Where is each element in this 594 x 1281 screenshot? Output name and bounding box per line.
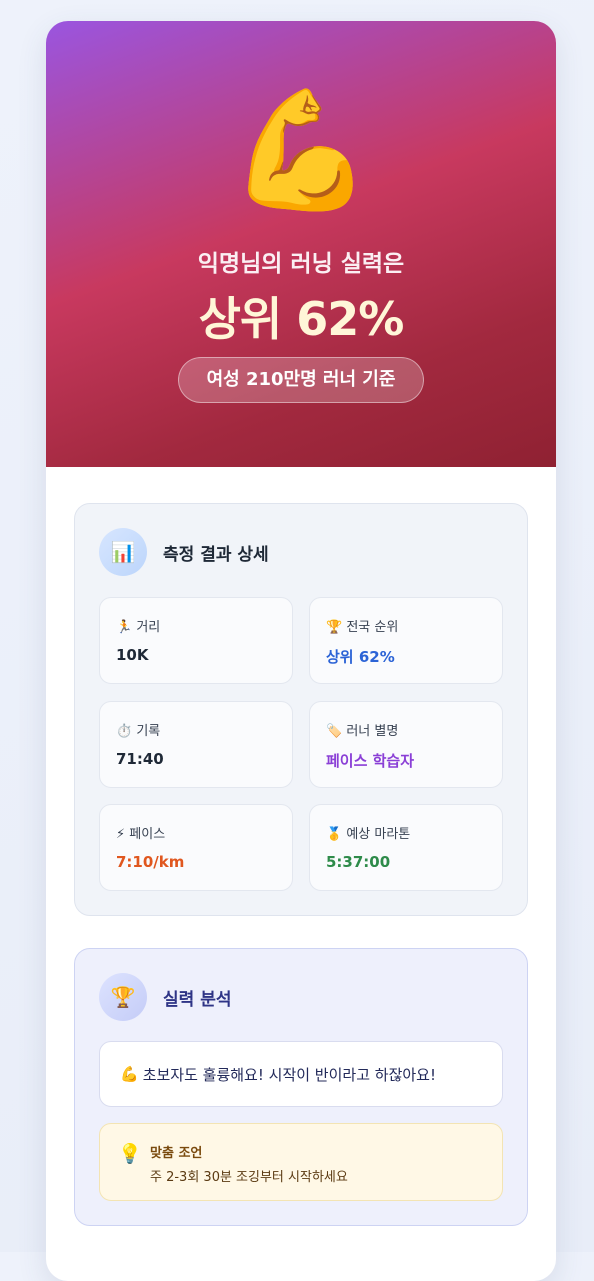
stat-label: ⏱️ 기록: [116, 724, 161, 739]
bar-chart-icon: 📊: [99, 528, 147, 576]
stat-predicted-marathon: 🥇 예상 마라톤 5:37:00: [309, 804, 503, 891]
custom-advice-box: 💡 맞춤 조언 주 2-3회 30분 조깅부터 시작하세요: [99, 1123, 503, 1201]
stat-value: 10K: [116, 646, 149, 664]
stat-record: ⏱️ 기록 71:40: [99, 701, 293, 788]
stat-value: 상위 62%: [326, 648, 395, 666]
analysis-message: 💪 초보자도 훌륭해요! 시작이 반이라고 하잖아요!: [99, 1041, 503, 1107]
hero-subtitle: 익명님의 러닝 실력은: [197, 251, 405, 277]
trophy-icon: 🏆: [99, 973, 147, 1021]
stopwatch-icon: ⏱️: [116, 724, 133, 739]
flexed-biceps-icon: 💪: [228, 83, 374, 218]
stat-value: 5:37:00: [326, 853, 391, 871]
stat-label: 🏷️ 러너 별명: [326, 724, 399, 739]
stat-label: 🏃 거리: [116, 620, 161, 635]
analysis-message-text: 초보자도 훌륭해요! 시작이 반이라고 하잖아요!: [142, 1065, 436, 1084]
measurement-details-section: 📊 측정 결과 상세 🏃 거리 10K 🏆 전국 순위 상위 62% ⏱️ 기록…: [74, 503, 528, 916]
section-header: 📊 측정 결과 상세: [99, 528, 269, 576]
rank-percentile: 상위 62%: [198, 292, 405, 346]
stat-label: ⚡ 페이스: [116, 827, 166, 842]
basis-badge: 여성 210만명 러너 기준: [178, 357, 424, 403]
medal-icon: 🥇: [326, 827, 343, 842]
label-tag-icon: 🏷️: [326, 724, 343, 739]
section-header: 🏆 실력 분석: [99, 973, 231, 1021]
advice-title: 맞춤 조언: [150, 1146, 203, 1161]
runner-icon: 🏃: [116, 620, 133, 635]
flexed-biceps-icon: 💪: [120, 1065, 139, 1083]
hero-banner: 💪 익명님의 러닝 실력은 상위 62% 여성 210만명 러너 기준: [46, 21, 556, 467]
section-title: 측정 결과 상세: [163, 544, 269, 565]
stat-distance: 🏃 거리 10K: [99, 597, 293, 684]
trophy-icon: 🏆: [326, 620, 343, 635]
light-bulb-icon: 💡: [118, 1143, 142, 1165]
section-title: 실력 분석: [163, 989, 232, 1010]
stat-label: 🏆 전국 순위: [326, 620, 399, 635]
lightning-icon: ⚡: [116, 827, 126, 842]
stat-value: 페이스 학습자: [326, 752, 415, 770]
result-card: 💪 익명님의 러닝 실력은 상위 62% 여성 210만명 러너 기준 📊 측정…: [46, 21, 556, 1281]
stat-runner-nickname: 🏷️ 러너 별명 페이스 학습자: [309, 701, 503, 788]
stat-value: 7:10/km: [116, 853, 185, 871]
stat-national-rank: 🏆 전국 순위 상위 62%: [309, 597, 503, 684]
stat-pace: ⚡ 페이스 7:10/km: [99, 804, 293, 891]
advice-text: 주 2-3회 30분 조깅부터 시작하세요: [150, 1170, 348, 1185]
skill-analysis-section: 🏆 실력 분석 💪 초보자도 훌륭해요! 시작이 반이라고 하잖아요! 💡 맞춤…: [74, 948, 528, 1226]
stat-label: 🥇 예상 마라톤: [326, 827, 411, 842]
stat-value: 71:40: [116, 750, 164, 768]
